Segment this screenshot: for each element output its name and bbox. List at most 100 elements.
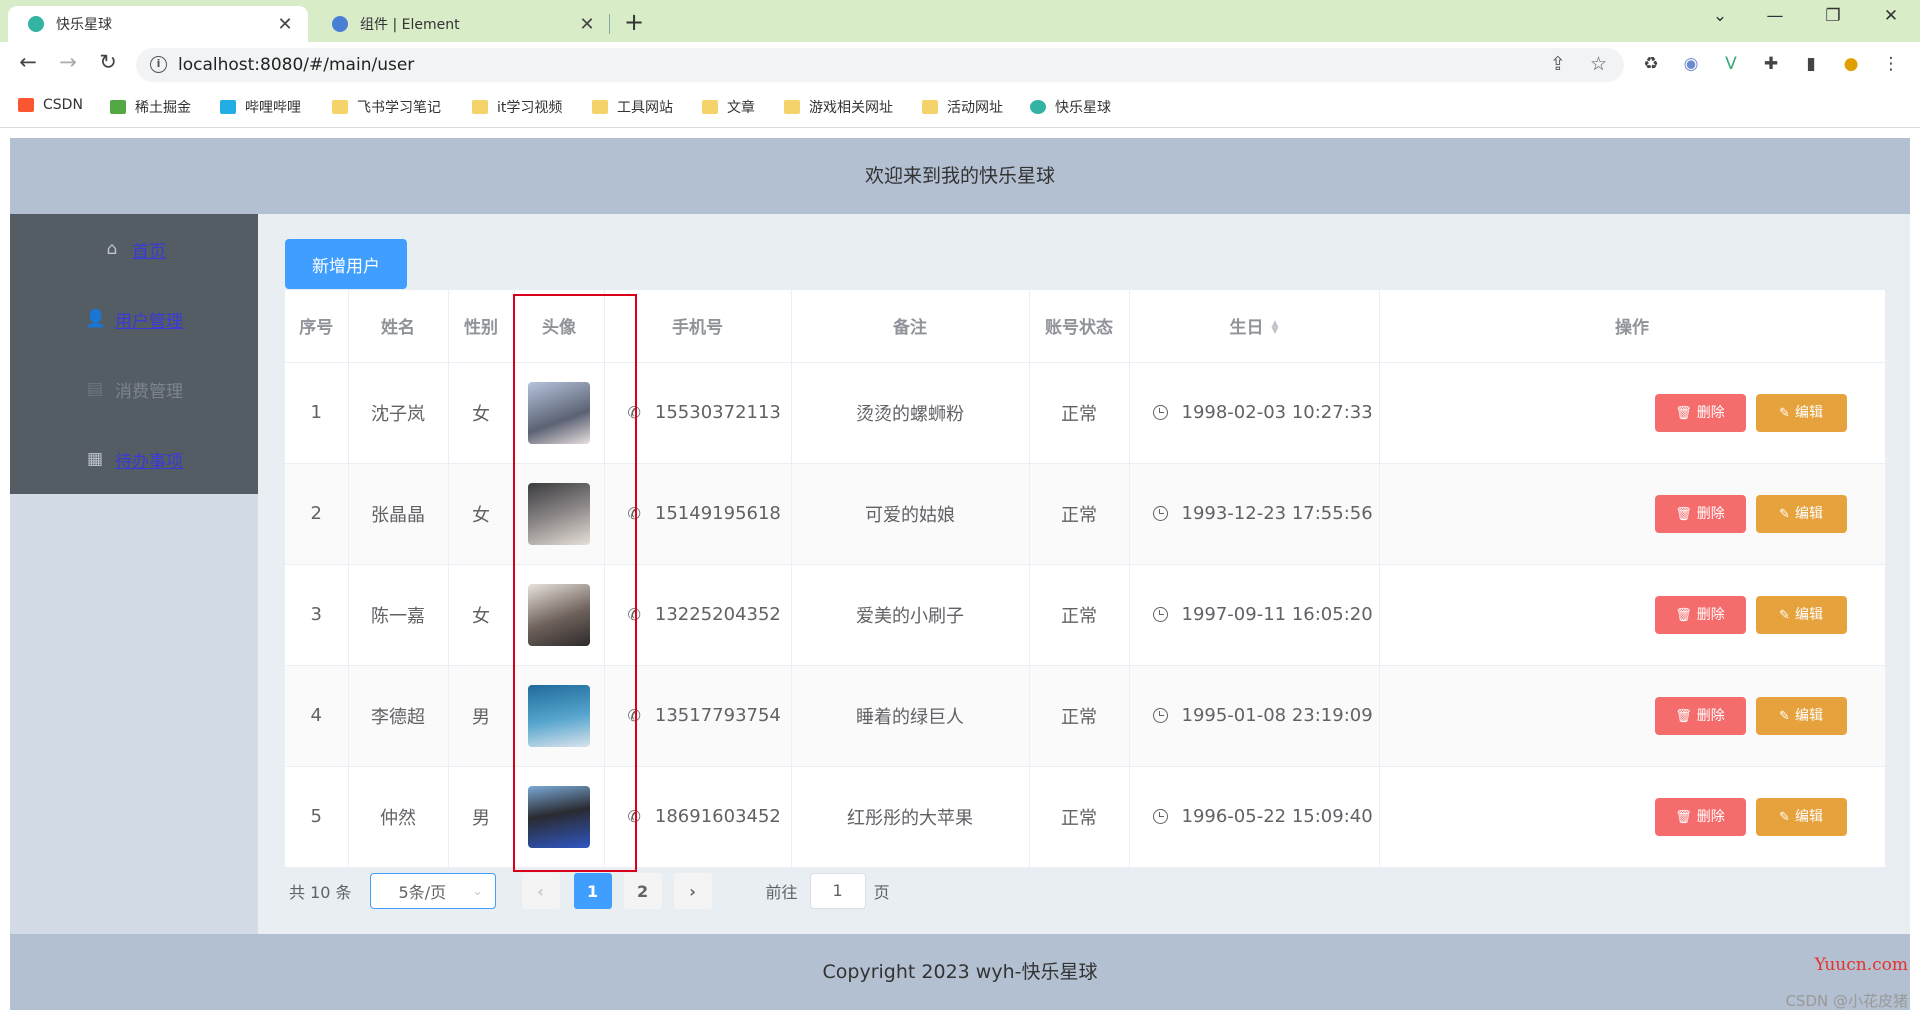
page-footer: Copyright 2023 wyh-快乐星球	[10, 934, 1910, 1010]
next-page-button[interactable]: ›	[673, 873, 712, 909]
tab-element-components[interactable]: 组件 | Element ✕	[312, 6, 610, 42]
trash-icon: 🗑	[1675, 708, 1692, 724]
cell-actions: 🗑 删除 ✎ 编辑	[1379, 362, 1886, 464]
restore-window-icon[interactable]: ❐	[1818, 6, 1848, 26]
cell-status: 正常	[1029, 665, 1130, 767]
goto-page-input[interactable]: 1	[809, 873, 866, 909]
chevron-down-icon: ⌄	[472, 884, 483, 898]
delete-button[interactable]: 🗑 删除	[1654, 393, 1746, 432]
close-window-icon[interactable]: ✕	[1876, 6, 1906, 26]
tab-title: 组件 | Element	[360, 17, 460, 33]
minimize-icon[interactable]: —	[1760, 6, 1790, 26]
bookmark-folder[interactable]: 工具网站	[592, 97, 673, 117]
site-info-icon[interactable]: i	[150, 56, 167, 73]
reload-icon[interactable]: ↻	[94, 50, 122, 74]
delete-label: 删除	[1696, 606, 1725, 623]
back-arrow-icon[interactable]: ←	[14, 50, 42, 74]
side-panel-icon[interactable]: ▮	[1800, 53, 1822, 75]
cell-no: 4	[285, 665, 349, 767]
bookmark-kuaile-xingqiu[interactable]: 快乐星球	[1030, 97, 1111, 117]
edit-button[interactable]: ✎ 编辑	[1755, 797, 1847, 836]
pencil-icon: ✎	[1779, 708, 1790, 724]
cell-actions: 🗑 删除 ✎ 编辑	[1379, 564, 1886, 666]
edit-label: 编辑	[1794, 808, 1823, 825]
cell-gender: 男	[448, 766, 515, 868]
tab-title: 快乐星球	[56, 17, 112, 33]
column-header-birthday[interactable]: 生日 ▲ ▼	[1129, 290, 1380, 363]
birthday-value: 1995-01-08 23:19:09	[1181, 705, 1373, 726]
bookmark-folder[interactable]: 飞书学习笔记	[332, 97, 441, 117]
bookmark-bilibili[interactable]: 哔哩哔哩	[220, 97, 301, 117]
pagination-total: 共 10 条	[289, 883, 352, 902]
delete-label: 删除	[1696, 707, 1725, 724]
edit-button[interactable]: ✎ 编辑	[1755, 696, 1847, 735]
profile-avatar-icon[interactable]: ●	[1840, 53, 1862, 75]
sidebar-background	[10, 494, 258, 934]
forward-arrow-icon[interactable]: →	[54, 50, 82, 74]
column-header-label: 生日	[1229, 318, 1264, 339]
sidebar-item-todo[interactable]: ▦ 待办事项	[10, 424, 258, 494]
add-user-button[interactable]: 新增用户	[285, 239, 407, 289]
pencil-icon: ✎	[1779, 607, 1790, 623]
extension-circle-icon[interactable]: ◉	[1680, 53, 1702, 75]
phone-number: 15149195618	[654, 503, 781, 524]
address-bar[interactable]: i localhost:8080/#/main/user ⇪ ☆	[136, 48, 1624, 82]
bookmark-folder[interactable]: 游戏相关网址	[784, 97, 893, 117]
cell-remark: 睡着的绿巨人	[791, 665, 1030, 767]
sidebar-menu: ⌂ 首页 👤 用户管理 ▤ 消费管理 ▦ 待办事项	[10, 214, 258, 494]
planet-icon	[1030, 100, 1046, 114]
cell-actions: 🗑 删除 ✎ 编辑	[1379, 766, 1886, 868]
main-content: 新增用户 序号 姓名 性别 头像 手机号 备注 账号状态 生日 ▲ ▼ 操作 1…	[258, 214, 1910, 934]
delete-button[interactable]: 🗑 删除	[1654, 494, 1746, 533]
bookmark-label: 活动网址	[947, 100, 1003, 116]
prev-page-button[interactable]: ‹	[521, 873, 560, 909]
delete-button[interactable]: 🗑 删除	[1654, 797, 1746, 836]
cell-name: 陈一嘉	[348, 564, 449, 666]
close-tab-icon[interactable]: ✕	[578, 14, 596, 35]
cell-gender: 女	[448, 463, 515, 565]
grid-icon: ▦	[86, 449, 104, 469]
sidebar-item-label[interactable]: 用户管理	[115, 307, 183, 332]
tab-search-chevron-icon[interactable]: ⌄	[1705, 6, 1735, 26]
column-header-gender: 性别	[448, 290, 515, 363]
birthday-value: 1996-05-22 15:09:40	[1181, 806, 1373, 827]
edit-button[interactable]: ✎ 编辑	[1755, 494, 1847, 533]
bookmark-csdn[interactable]: CSDN	[18, 97, 83, 113]
cell-gender: 女	[448, 564, 515, 666]
bookmark-star-icon[interactable]: ☆	[1590, 53, 1607, 75]
vue-devtools-icon[interactable]: V	[1720, 53, 1742, 75]
delete-button[interactable]: 🗑 删除	[1654, 696, 1746, 735]
url-text[interactable]: localhost:8080/#/main/user	[178, 55, 414, 75]
planet-favicon-icon	[28, 16, 44, 32]
clock-icon	[1152, 506, 1168, 521]
sort-caret-icon[interactable]: ▲ ▼	[1272, 320, 1279, 336]
browser-menu-icon[interactable]: ⋮	[1880, 53, 1902, 75]
edit-button[interactable]: ✎ 编辑	[1755, 595, 1847, 634]
page-number-current[interactable]: 1	[573, 873, 612, 909]
sidebar-item-label[interactable]: 待办事项	[115, 447, 183, 472]
bookmark-folder[interactable]: 文章	[702, 97, 755, 117]
cell-no: 1	[285, 362, 349, 464]
sidebar-item-user-management[interactable]: 👤 用户管理	[10, 284, 258, 354]
bookmark-label: CSDN	[43, 97, 83, 113]
sidebar-item-home[interactable]: ⌂ 首页	[10, 214, 258, 284]
edit-button[interactable]: ✎ 编辑	[1755, 393, 1847, 432]
folder-icon	[332, 100, 348, 114]
bookmark-folder[interactable]: it学习视频	[472, 97, 562, 117]
bookmark-folder[interactable]: 活动网址	[922, 97, 1003, 117]
sidebar-item-label[interactable]: 首页	[132, 237, 166, 262]
bookmark-juejin[interactable]: 稀土掘金	[110, 97, 191, 117]
cell-status: 正常	[1029, 463, 1130, 565]
new-tab-plus-icon[interactable]: +	[624, 8, 644, 36]
recycle-extension-icon[interactable]: ♻	[1640, 53, 1662, 75]
page-number[interactable]: 2	[623, 873, 662, 909]
share-icon[interactable]: ⇪	[1550, 53, 1566, 75]
tab-kuaile-xingqiu[interactable]: 快乐星球 ✕	[8, 6, 308, 42]
page-size-select[interactable]: 5条/页 ⌄	[369, 873, 496, 909]
phone-number: 13517793754	[654, 705, 781, 726]
folder-icon	[702, 100, 718, 114]
close-tab-icon[interactable]: ✕	[276, 14, 294, 35]
extensions-puzzle-icon[interactable]: ✚	[1760, 53, 1782, 75]
cell-name: 沈子岚	[348, 362, 449, 464]
delete-button[interactable]: 🗑 删除	[1654, 595, 1746, 634]
